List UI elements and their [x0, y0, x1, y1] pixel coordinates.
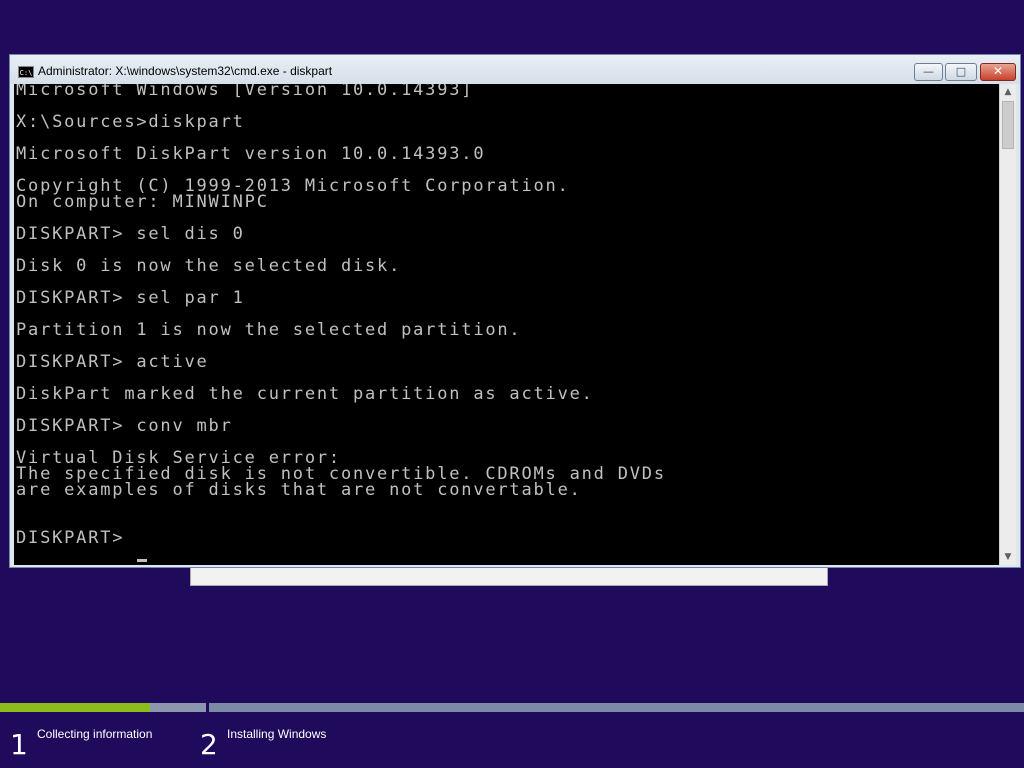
- scroll-down-arrow-icon[interactable]: ▼: [1000, 549, 1016, 565]
- cmd-window: C:\ Administrator: X:\windows\system32\c…: [9, 54, 1021, 568]
- progress-step1-segment: [0, 703, 206, 712]
- cmd-app-icon[interactable]: C:\: [18, 66, 34, 78]
- setup-dialog-edge: [190, 568, 828, 586]
- console-output: Microsoft Windows [Version 10.0.14393] X…: [16, 84, 666, 548]
- text-cursor: [137, 559, 147, 562]
- progress-separator: [206, 703, 209, 712]
- title-bar[interactable]: C:\ Administrator: X:\windows\system32\c…: [10, 55, 1020, 84]
- step-1-label: Collecting information: [37, 727, 153, 741]
- close-button[interactable]: ✕: [980, 63, 1016, 81]
- maximize-button[interactable]: □: [945, 63, 977, 81]
- window-title: Administrator: X:\windows\system32\cmd.e…: [38, 64, 333, 78]
- step-2-number: 2: [200, 728, 218, 761]
- minimize-button[interactable]: —: [914, 63, 943, 81]
- scroll-thumb[interactable]: [1002, 101, 1014, 149]
- scroll-up-arrow-icon[interactable]: ▲: [1000, 84, 1016, 100]
- console-area[interactable]: Microsoft Windows [Version 10.0.14393] X…: [14, 84, 999, 565]
- vertical-scrollbar[interactable]: ▲ ▼: [999, 84, 1016, 565]
- step-2-label: Installing Windows: [227, 727, 327, 741]
- setup-progress-bar: [0, 703, 1024, 712]
- step-1-number: 1: [10, 728, 28, 761]
- progress-fill: [0, 703, 151, 712]
